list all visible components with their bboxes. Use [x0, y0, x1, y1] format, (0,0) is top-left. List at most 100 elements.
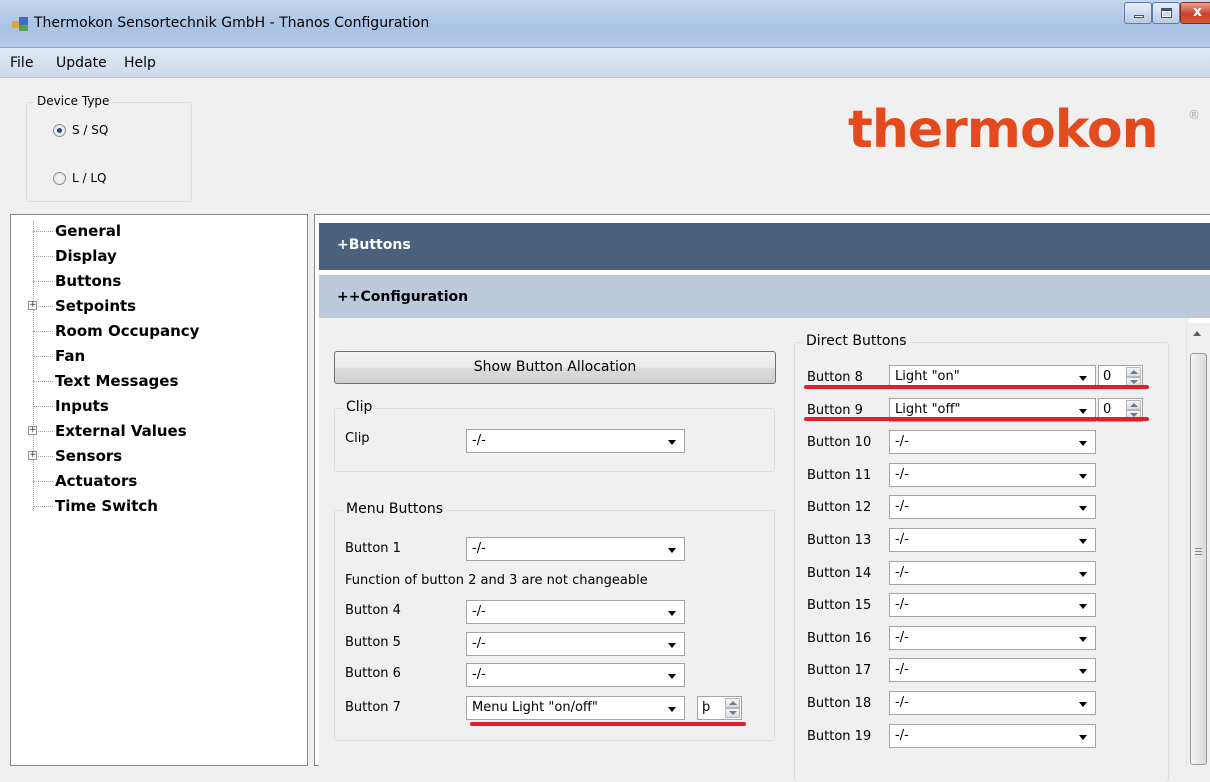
direct-button-select[interactable]: -/-	[889, 528, 1096, 552]
tree-item-general[interactable]: General	[11, 220, 301, 244]
direct-button-spinner-value: 0	[1103, 402, 1112, 417]
vertical-scrollbar[interactable]	[1186, 323, 1210, 766]
button-1-select[interactable]: -/-	[466, 537, 685, 561]
direct-button-select-value: -/-	[895, 565, 909, 580]
direct-button-label: Button 15	[807, 598, 872, 613]
menu-buttons-note: Function of button 2 and 3 are not chang…	[345, 573, 648, 588]
minimize-icon	[1134, 15, 1144, 18]
minimize-button[interactable]	[1124, 2, 1152, 24]
direct-button-select[interactable]: -/-	[889, 561, 1096, 585]
clip-group-title: Clip	[343, 399, 376, 415]
chevron-down-icon	[668, 548, 676, 553]
chevron-down-icon	[1079, 376, 1087, 381]
tree-item-label: Setpoints	[55, 297, 137, 315]
radio-button-checked[interactable]	[53, 123, 66, 137]
direct-button-select-value: -/-	[895, 630, 909, 645]
scrollbar-thumb[interactable]	[1190, 353, 1207, 765]
maximize-button[interactable]	[1152, 2, 1180, 24]
tree-item-buttons[interactable]: Buttons	[11, 270, 301, 294]
menu-help[interactable]: Help	[124, 55, 156, 71]
spin-up-icon[interactable]	[1126, 367, 1141, 377]
tree-item-label: Text Messages	[55, 372, 179, 390]
button-4-value: -/-	[472, 604, 486, 619]
button-6-value: -/-	[472, 667, 486, 682]
spin-up-icon[interactable]	[1126, 400, 1141, 410]
button-7-label: Button 7	[345, 700, 401, 715]
tree-item-inputs[interactable]: Inputs	[11, 395, 301, 419]
direct-button-select-value: -/-	[895, 662, 909, 677]
chevron-down-icon	[1079, 669, 1087, 674]
radio-l-lq[interactable]: L / LQ	[53, 171, 107, 185]
direct-button-select[interactable]: -/-	[889, 691, 1096, 715]
title-bar: Thermokon Sensortechnik GmbH - Thanos Co…	[0, 0, 1210, 48]
tree-connector	[33, 256, 53, 257]
chevron-down-icon	[668, 611, 676, 616]
section-header-buttons[interactable]: +Buttons	[319, 223, 1210, 270]
chevron-down-icon	[668, 674, 676, 679]
expand-plus-icon[interactable]: +	[28, 301, 37, 310]
tree-item-setpoints[interactable]: + Setpoints	[11, 295, 301, 319]
direct-button-select[interactable]: -/-	[889, 463, 1096, 487]
expand-plus-icon[interactable]: +	[28, 451, 37, 460]
direct-button-select[interactable]: -/-	[889, 724, 1096, 748]
tree-connector	[33, 406, 53, 407]
chevron-down-icon	[668, 707, 676, 712]
menu-update[interactable]: Update	[56, 55, 107, 71]
button-7-select[interactable]: Menu Light "on/off"	[466, 696, 685, 720]
radio-s-sq[interactable]: S / SQ	[53, 123, 108, 137]
chevron-down-icon	[1079, 604, 1087, 609]
tree-connector	[33, 381, 53, 382]
tree-item-display[interactable]: Display	[11, 245, 301, 269]
tree-item-time-switch[interactable]: Time Switch	[11, 495, 301, 519]
button-7-spinner[interactable]: ϸ	[697, 696, 742, 720]
configuration-panel: Show Button Allocation Clip Clip -/- Men…	[319, 318, 1189, 782]
button-6-select[interactable]: -/-	[466, 663, 685, 687]
window-title: Thermokon Sensortechnik GmbH - Thanos Co…	[34, 15, 430, 31]
button-4-select[interactable]: -/-	[466, 600, 685, 624]
tree-item-label: Actuators	[55, 472, 138, 490]
direct-button-label: Button 18	[807, 696, 872, 711]
tree-item-label: Room Occupancy	[55, 322, 200, 340]
navigation-tree: General Display Buttons + Setpoints Room…	[10, 214, 308, 766]
direct-button-select[interactable]: -/-	[889, 495, 1096, 519]
section-header-configuration[interactable]: ++Configuration	[319, 275, 1210, 318]
registered-mark: ®	[1188, 108, 1200, 122]
scroll-up-icon[interactable]	[1193, 331, 1201, 336]
direct-button-select-value: -/-	[895, 532, 909, 547]
tree-item-sensors[interactable]: + Sensors	[11, 445, 301, 469]
direct-button-select[interactable]: -/-	[889, 658, 1096, 682]
tree-item-fan[interactable]: Fan	[11, 345, 301, 369]
tree-connector	[33, 506, 53, 507]
menu-buttons-group: Menu Buttons Button 1 -/- Function of bu…	[334, 501, 775, 741]
app-icon	[12, 17, 28, 31]
direct-button-label: Button 10	[807, 435, 872, 450]
direct-button-select[interactable]: -/-	[889, 593, 1096, 617]
close-button[interactable]: x	[1180, 2, 1210, 24]
expand-plus-icon[interactable]: +	[28, 426, 37, 435]
chevron-down-icon	[1079, 735, 1087, 740]
radio-button[interactable]	[53, 171, 66, 185]
spinner-buttons	[1126, 367, 1141, 387]
menu-file[interactable]: File	[10, 55, 33, 71]
spin-up-icon[interactable]	[725, 698, 740, 708]
button-7-value: Menu Light "on/off"	[472, 700, 598, 715]
direct-button-spinner-value: 0	[1103, 369, 1112, 384]
header-area: Device Type S / SQ L / LQ thermokon ®	[0, 78, 1210, 212]
show-button-allocation-button[interactable]: Show Button Allocation	[334, 351, 776, 384]
spin-down-icon[interactable]	[725, 708, 740, 718]
direct-button-select-value: -/-	[895, 728, 909, 743]
tree-connector	[33, 356, 53, 357]
direct-button-select[interactable]: -/-	[889, 626, 1096, 650]
tree-item-actuators[interactable]: Actuators	[11, 470, 301, 494]
direct-button-label: Button 13	[807, 533, 872, 548]
tree-item-text-messages[interactable]: Text Messages	[11, 370, 301, 394]
tree-item-label: External Values	[55, 422, 187, 440]
clip-select[interactable]: -/-	[466, 429, 685, 453]
tree-item-room-occupancy[interactable]: Room Occupancy	[11, 320, 301, 344]
direct-button-select[interactable]: -/-	[889, 430, 1096, 454]
tree-item-external-values[interactable]: + External Values	[11, 420, 301, 444]
button-5-select[interactable]: -/-	[466, 632, 685, 656]
close-icon: x	[1193, 4, 1203, 20]
direct-button-select-value: -/-	[895, 434, 909, 449]
direct-button-select-value: -/-	[895, 597, 909, 612]
